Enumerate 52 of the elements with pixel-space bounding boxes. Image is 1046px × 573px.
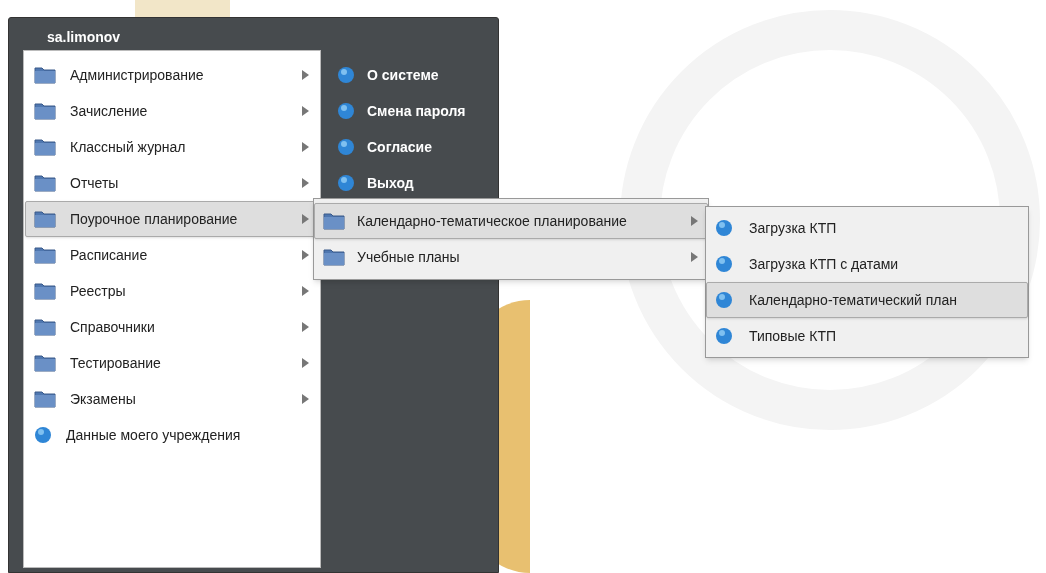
folder-icon bbox=[34, 390, 56, 408]
submenu-arrow-icon bbox=[301, 321, 310, 333]
menu-item[interactable]: Типовые КТП bbox=[706, 318, 1028, 354]
folder-icon bbox=[34, 282, 56, 300]
submenu-arrow-icon bbox=[301, 393, 310, 405]
submenu-arrow-icon bbox=[301, 213, 310, 225]
folder-icon bbox=[34, 210, 56, 228]
submenu-arrow-icon bbox=[301, 141, 310, 153]
dot-icon bbox=[337, 138, 355, 156]
folder-icon bbox=[34, 174, 56, 192]
dot-icon bbox=[715, 291, 733, 309]
menu-item[interactable]: Реестры bbox=[25, 273, 319, 309]
submenu-arrow-icon bbox=[301, 177, 310, 189]
dot-icon bbox=[337, 66, 355, 84]
menu-item[interactable]: Тестирование bbox=[25, 345, 319, 381]
folder-icon bbox=[323, 212, 345, 230]
folder-icon bbox=[34, 354, 56, 372]
submenu-arrow-icon bbox=[301, 285, 310, 297]
dot-icon bbox=[715, 255, 733, 273]
folder-icon bbox=[34, 318, 56, 336]
folder-icon bbox=[323, 248, 345, 266]
folder-icon bbox=[34, 102, 56, 120]
submenu-arrow-icon bbox=[301, 357, 310, 369]
menu-link[interactable]: Смена пароля bbox=[367, 100, 466, 122]
user-name: sa.limonov bbox=[47, 28, 121, 47]
menu-item[interactable]: Календарно-тематический план bbox=[706, 282, 1028, 318]
submenu-arrow-icon bbox=[690, 251, 699, 263]
folder-icon bbox=[34, 66, 56, 84]
submenu-arrow-icon bbox=[301, 249, 310, 261]
menu-item[interactable]: Администрирование bbox=[25, 57, 319, 93]
menu-item[interactable]: Отчеты bbox=[25, 165, 319, 201]
dot-icon bbox=[715, 327, 733, 345]
menu-item[interactable]: Справочники bbox=[25, 309, 319, 345]
menu-item[interactable]: Календарно-тематическое планирование bbox=[314, 203, 708, 239]
menu-link[interactable]: Выход bbox=[367, 172, 414, 194]
menu-link[interactable]: Согласие bbox=[367, 136, 432, 158]
dot-icon bbox=[715, 219, 733, 237]
dot-icon bbox=[337, 102, 355, 120]
folder-icon bbox=[34, 138, 56, 156]
dot-icon bbox=[337, 174, 355, 192]
menu-item[interactable]: Данные моего учреждения bbox=[25, 417, 319, 453]
menu-link[interactable]: О системе bbox=[367, 64, 439, 86]
menu-item[interactable]: Экзамены bbox=[25, 381, 319, 417]
menu-item[interactable]: Зачисление bbox=[25, 93, 319, 129]
menu-item[interactable]: Загрузка КТП bbox=[706, 210, 1028, 246]
folder-icon bbox=[34, 246, 56, 264]
submenu-arrow-icon bbox=[690, 215, 699, 227]
submenu-arrow-icon bbox=[301, 69, 310, 81]
dot-icon bbox=[34, 426, 52, 444]
submenu-arrow-icon bbox=[301, 105, 310, 117]
menu-item[interactable]: Загрузка КТП с датами bbox=[706, 246, 1028, 282]
menu-item[interactable]: Классный журнал bbox=[25, 129, 319, 165]
